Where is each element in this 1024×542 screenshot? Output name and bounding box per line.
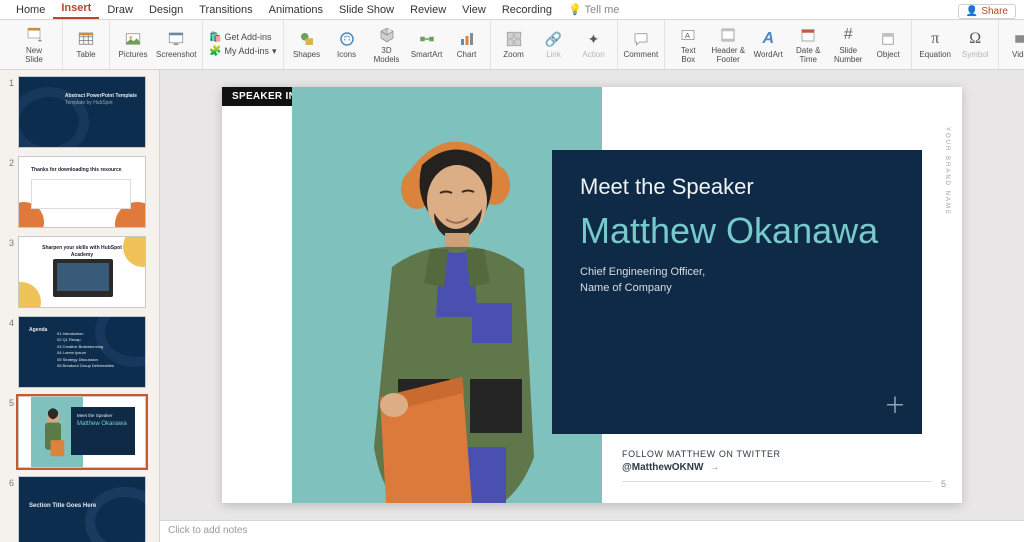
- store-icon: 🛍️: [209, 32, 221, 44]
- header-footer-icon: [718, 25, 738, 45]
- wordart-icon: A: [758, 29, 778, 49]
- smartart-icon: [417, 29, 437, 49]
- speaker-role: Chief Engineering Officer, Name of Compa…: [580, 265, 894, 296]
- shapes-button[interactable]: Shapes: [290, 22, 324, 68]
- slide-kicker: Meet the Speaker: [580, 174, 894, 200]
- comment-icon: [631, 29, 651, 49]
- equation-button[interactable]: πEquation: [918, 22, 952, 68]
- ribbon-insert: + New Slide Table Pictures Screenshot 🛍️…: [0, 20, 1024, 70]
- tab-recording[interactable]: Recording: [494, 1, 560, 19]
- screenshot-button[interactable]: Screenshot: [156, 22, 196, 68]
- share-button[interactable]: 👤 Share: [958, 4, 1016, 19]
- symbol-button: ΩSymbol: [958, 22, 992, 68]
- pictures-button[interactable]: Pictures: [116, 22, 150, 68]
- follow-block: FOLLOW MATTHEW ON TWITTER @MatthewOKNW→: [622, 449, 781, 473]
- slide-number-button[interactable]: #Slide Number: [831, 22, 865, 68]
- thumb-slide-2[interactable]: Thanks for downloading this resource: [18, 156, 146, 228]
- cube-icon: [377, 25, 397, 45]
- tab-home[interactable]: Home: [8, 1, 53, 19]
- speaker-info-panel[interactable]: Meet the Speaker Matthew Okanawa Chief E…: [552, 150, 922, 434]
- textbox-icon: A: [678, 25, 698, 45]
- speaker-name: Matthew Okanawa: [580, 210, 894, 251]
- object-icon: [878, 29, 898, 49]
- link-icon: 🔗: [544, 29, 564, 49]
- tab-slideshow[interactable]: Slide Show: [331, 1, 402, 19]
- screenshot-icon: [166, 29, 186, 49]
- action-icon: ✦: [584, 29, 604, 49]
- table-icon: [76, 29, 96, 49]
- menu-tabs: Home Insert Draw Design Transitions Anim…: [0, 0, 1024, 20]
- brand-label: YOUR BRAND NAME: [944, 127, 950, 216]
- wordart-button[interactable]: AWordArt: [751, 22, 785, 68]
- tab-draw[interactable]: Draw: [99, 1, 141, 19]
- speaker-photo[interactable]: [322, 117, 582, 503]
- thumb-slide-5[interactable]: Meet the Speaker Matthew Okanawa: [18, 396, 146, 468]
- slide-thumbnail-panel[interactable]: 1 Abstract PowerPoint Template Template …: [0, 70, 160, 542]
- addins-icon: 🧩: [209, 46, 221, 58]
- icons-button[interactable]: Icons: [330, 22, 364, 68]
- chart-button[interactable]: Chart: [450, 22, 484, 68]
- 3d-models-button[interactable]: 3D Models: [370, 22, 404, 68]
- divider: [622, 481, 932, 482]
- tab-transitions[interactable]: Transitions: [191, 1, 260, 19]
- new-slide-icon: +: [24, 25, 44, 45]
- page-number: 5: [941, 479, 946, 489]
- get-addins-button[interactable]: 🛍️Get Add-ins: [209, 32, 276, 44]
- notes-pane[interactable]: Click to add notes: [160, 520, 1024, 542]
- thumb-slide-4[interactable]: Agenda 01 Introduction02 Q1 Recap03 Crea…: [18, 316, 146, 388]
- object-button[interactable]: Object: [871, 22, 905, 68]
- svg-text:+: +: [38, 36, 43, 45]
- tab-view[interactable]: View: [454, 1, 494, 19]
- zoom-grid-icon: [504, 29, 524, 49]
- tab-tellme[interactable]: 💡 Tell me: [560, 0, 627, 19]
- video-button[interactable]: Video: [1005, 22, 1024, 68]
- table-button[interactable]: Table: [69, 22, 103, 68]
- equation-icon: π: [925, 29, 945, 49]
- thumb-slide-3[interactable]: Sharpen your skills with HubSpot Academy: [18, 236, 146, 308]
- tab-insert[interactable]: Insert: [53, 0, 99, 19]
- zoom-button[interactable]: Zoom: [497, 22, 531, 68]
- my-addins-button[interactable]: 🧩My Add-ins ▾: [209, 46, 276, 58]
- link-button: 🔗Link: [537, 22, 571, 68]
- svg-text:A: A: [685, 31, 690, 40]
- header-footer-button[interactable]: Header & Footer: [711, 22, 745, 68]
- new-slide-button[interactable]: + New Slide: [12, 22, 56, 68]
- tab-design[interactable]: Design: [141, 1, 191, 19]
- arrow-icon: →: [709, 462, 719, 473]
- plus-icon: ＋: [884, 388, 906, 420]
- slide-5[interactable]: SPEAKER INTRO SLIDE: [222, 87, 962, 503]
- video-icon: [1012, 29, 1024, 49]
- comment-button[interactable]: Comment: [624, 22, 659, 68]
- symbol-icon: Ω: [965, 29, 985, 49]
- textbox-button[interactable]: AText Box: [671, 22, 705, 68]
- thumb-slide-1[interactable]: Abstract PowerPoint Template Template by…: [18, 76, 146, 148]
- action-button: ✦Action: [577, 22, 611, 68]
- calendar-icon: [798, 25, 818, 45]
- hash-icon: #: [838, 25, 858, 45]
- shapes-icon: [297, 29, 317, 49]
- thumb-slide-6[interactable]: Section Title Goes Here: [18, 476, 146, 542]
- slide-canvas[interactable]: SPEAKER INTRO SLIDE: [160, 70, 1024, 520]
- chart-icon: [457, 29, 477, 49]
- icons-icon: [337, 29, 357, 49]
- tab-animations[interactable]: Animations: [261, 1, 331, 19]
- tab-review[interactable]: Review: [402, 1, 454, 19]
- datetime-button[interactable]: Date & Time: [791, 22, 825, 68]
- pictures-icon: [123, 29, 143, 49]
- smartart-button[interactable]: SmartArt: [410, 22, 444, 68]
